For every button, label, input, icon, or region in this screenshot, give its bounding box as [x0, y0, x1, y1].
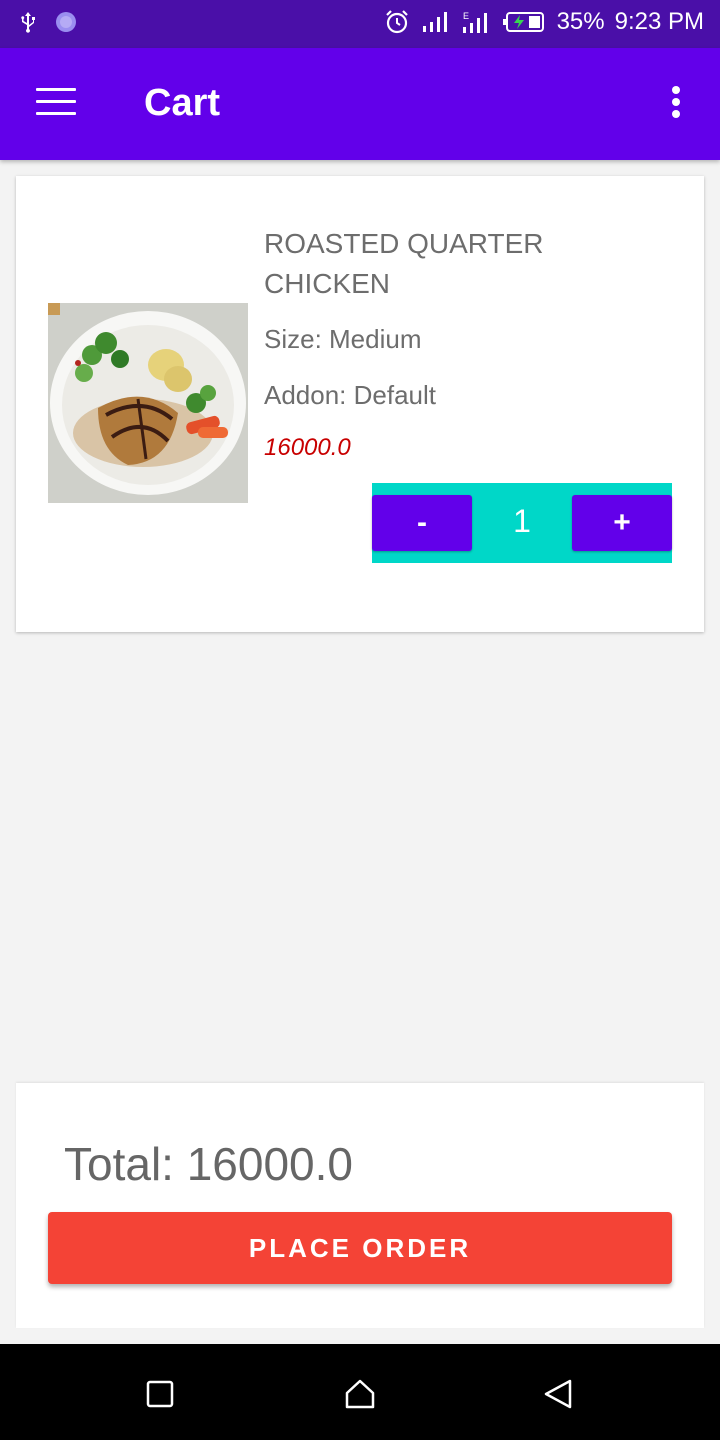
alarm-icon — [383, 8, 411, 36]
decrease-quantity-button[interactable]: - — [372, 495, 472, 551]
status-bar: E 35% 9:23 PM — [0, 0, 720, 48]
increase-quantity-button[interactable]: + — [572, 495, 672, 551]
item-name: ROASTED QUARTER CHICKEN — [264, 228, 544, 299]
place-order-button[interactable]: PLACE ORDER — [48, 1212, 672, 1284]
clock: 9:23 PM — [614, 8, 704, 35]
item-price: 16000.0 — [264, 434, 351, 461]
order-summary-card: Total: 16000.0 PLACE ORDER — [16, 1083, 704, 1328]
battery-level: 35% — [556, 8, 605, 35]
app-bar: Cart — [0, 48, 720, 160]
quantity-value: 1 — [513, 503, 531, 539]
usb-icon — [16, 10, 40, 34]
quantity-stepper: - 1 + — [372, 483, 672, 563]
home-icon[interactable] — [342, 1376, 378, 1412]
food-image — [48, 303, 248, 503]
battery-charging-icon — [502, 10, 547, 34]
recents-square-icon[interactable] — [142, 1376, 178, 1412]
back-triangle-icon[interactable] — [540, 1376, 576, 1412]
cart-item-card: ROASTED QUARTER CHICKEN Size: Medium Add… — [16, 176, 704, 632]
signal-e-icon: E — [461, 10, 493, 34]
system-nav-bar — [0, 1344, 720, 1440]
svg-text:E: E — [463, 11, 469, 21]
hamburger-menu-icon[interactable] — [36, 88, 76, 118]
page-title: Cart — [144, 82, 221, 124]
signal-icon — [421, 11, 451, 33]
more-vert-icon[interactable] — [668, 86, 684, 126]
order-total: Total: 16000.0 — [64, 1138, 354, 1190]
item-size: Size: Medium — [264, 324, 422, 354]
app-notification-icon — [54, 10, 78, 34]
item-addon: Addon: Default — [264, 380, 437, 410]
